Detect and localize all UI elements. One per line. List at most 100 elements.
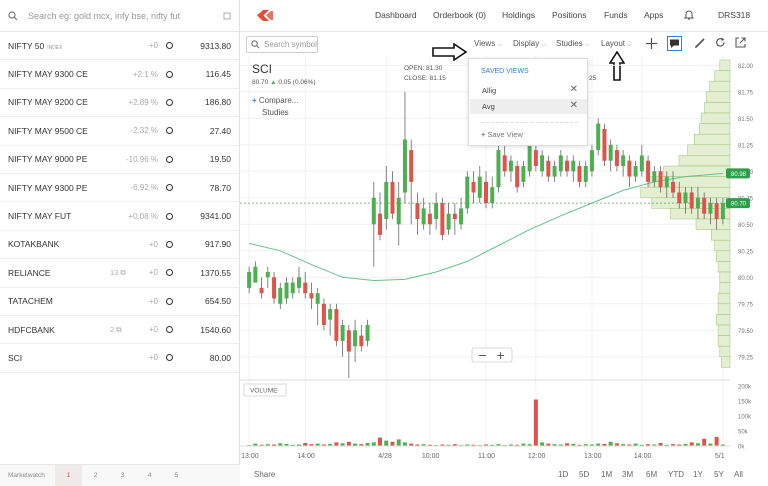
candle[interactable] [471,181,476,193]
candle[interactable] [633,166,638,177]
search-options-icon[interactable] [223,12,231,20]
candle[interactable] [540,155,545,172]
bell-icon[interactable] [684,9,694,20]
candle[interactable] [415,203,420,219]
candle[interactable] [565,160,570,172]
saved-view-avg[interactable]: Avg ✕ [470,99,587,114]
candle[interactable] [671,181,676,193]
candle[interactable] [446,213,451,230]
candle[interactable] [508,160,513,172]
timeframe-1d[interactable]: 1D [558,470,568,479]
candle[interactable] [421,208,426,225]
search-input[interactable]: Search eg: gold mcx, infy bse, nifty fut [28,11,223,21]
candle[interactable] [315,293,320,304]
candle[interactable] [702,197,707,214]
nav-dashboard[interactable]: Dashboard [375,10,417,20]
nav-positions[interactable]: Positions [552,10,587,20]
refresh-icon[interactable] [715,37,726,48]
timeframe-all[interactable]: All [734,470,743,479]
candle[interactable] [608,144,613,161]
candle[interactable] [290,282,295,294]
candle[interactable] [390,181,395,214]
candle[interactable] [527,144,532,172]
nav-apps[interactable]: Apps [644,10,663,20]
candle[interactable] [440,203,445,235]
candle[interactable] [502,155,507,172]
candle[interactable] [583,166,588,182]
watchlist-row[interactable]: NIFTY 50 INDEX +0 9313.80 [0,32,239,61]
comment-icon[interactable] [667,36,682,51]
candle[interactable] [658,171,663,188]
watchlist-row[interactable]: TATACHEM +0 654.50 [0,288,239,316]
studies-menu[interactable]: Studies ⌵ [556,39,589,49]
candle[interactable] [484,181,488,204]
candle[interactable] [359,335,364,347]
candle[interactable] [627,160,632,177]
watchlist-page-5[interactable]: 5 [163,465,190,486]
watchlist-row[interactable]: SCI +0 80.00 [0,344,239,373]
symbol-search-input[interactable]: Search symbol [246,36,318,53]
candle[interactable] [402,139,407,193]
candle[interactable] [340,325,345,341]
zoom-in-button[interactable]: + [496,349,505,362]
watchlist-page-1[interactable]: 1 [55,464,82,486]
share-button[interactable]: Share [254,470,275,479]
candle[interactable] [558,155,563,172]
watchlist-page-4[interactable]: 4 [136,465,163,486]
layout-menu[interactable]: Layout ⌵ [601,39,632,49]
candle[interactable] [434,203,439,219]
candle[interactable] [427,213,432,225]
candle[interactable] [353,330,358,347]
save-view-button[interactable]: + Save View [481,130,523,139]
candle[interactable] [546,160,551,177]
candle[interactable] [552,166,557,177]
candle[interactable] [253,266,258,283]
candle[interactable] [384,181,389,219]
popout-icon[interactable] [735,37,746,48]
candle[interactable] [602,128,607,161]
candle[interactable] [278,287,283,304]
candle[interactable] [720,203,725,219]
timeframe-3m[interactable]: 3M [622,470,633,479]
candle[interactable] [452,213,457,219]
timeframe-1y[interactable]: 1Y [693,470,703,479]
candle[interactable] [695,197,700,209]
candle[interactable] [589,150,594,172]
watchlist-row[interactable]: NIFTY MAY FUT +0.08 % 9341.00 [0,202,239,231]
watchlist-row[interactable]: NIFTY MAY 9500 CE -2.32 % 27.40 [0,117,239,146]
candle[interactable] [284,282,289,299]
candle[interactable] [296,277,301,288]
watchlist-page-3[interactable]: 3 [109,465,136,486]
candle[interactable] [465,176,470,209]
candle[interactable] [521,166,526,182]
candle[interactable] [328,309,333,320]
candle[interactable] [639,155,644,172]
candle[interactable] [577,166,582,182]
candle[interactable] [708,203,713,214]
studies-legend[interactable]: Studies [262,108,289,117]
candle[interactable] [371,197,376,225]
candle[interactable] [689,192,694,209]
close-icon[interactable]: ✕ [570,100,578,111]
watchlist-row[interactable]: HDFCBANK 2 ⧉ +0 1540.60 [0,316,239,345]
pencil-icon[interactable] [694,37,706,49]
candle[interactable] [515,166,520,188]
timeframe-5y[interactable]: 5Y [714,470,724,479]
timeframe-6m[interactable]: 6M [646,470,657,479]
candle[interactable] [533,150,538,166]
views-menu[interactable]: Views ⌵ [474,39,502,49]
candle[interactable] [652,171,657,182]
candle[interactable] [346,330,351,352]
nav-holdings[interactable]: Holdings [502,10,535,20]
candle[interactable] [677,192,682,204]
candle[interactable] [396,197,401,225]
user-id[interactable]: DRS318 [718,10,750,20]
nav-orderbook[interactable]: Orderbook (0) [433,10,486,20]
saved-view-allig[interactable]: Allig ✕ [470,83,587,98]
candle[interactable] [303,282,308,294]
zoom-out-button[interactable]: − [478,349,487,362]
candle[interactable] [714,203,719,219]
candle[interactable] [683,192,688,204]
candle[interactable] [646,160,651,182]
candle[interactable] [664,176,669,188]
